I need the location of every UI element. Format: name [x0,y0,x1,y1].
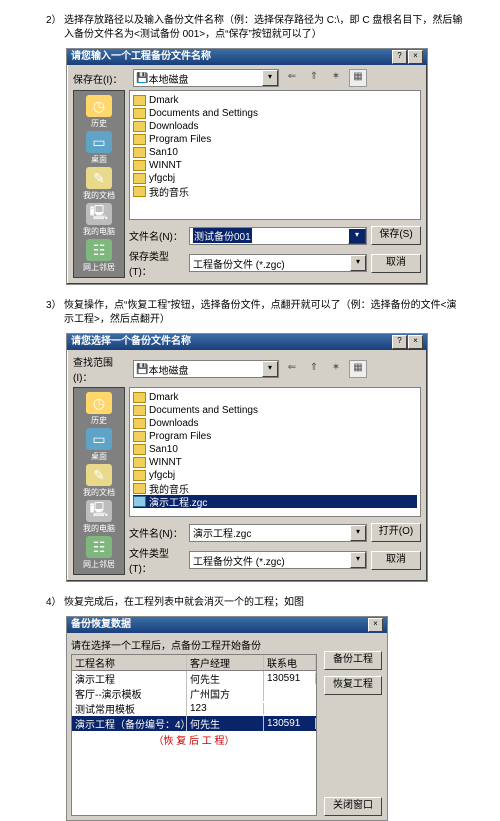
location-combo[interactable]: 💾本地磁盘▾ [133,360,279,378]
new-folder-icon[interactable]: ✶ [327,360,345,378]
list-item: San10 [133,146,417,159]
save-dialog: 请您输入一个工程备份文件名称 ? × 保存在(I)： 💾 本地磁盘 ▾ ⇐ ⇑ … [66,48,428,285]
restore-project-button[interactable]: 恢复工程 [324,676,382,695]
places-bar: ◷历史 ▭桌面 ✎我的文档 🖳我的电脑 ☷网上邻居 [73,90,125,278]
save-button[interactable]: 保存(S) [371,226,421,245]
sidebar-docs[interactable]: ✎我的文档 [77,167,121,201]
step-2: 2） 选择存放路径以及输入备份文件名称（例：选择保存路径为 C:\，即 C 盘根… [46,14,464,42]
restore-result-window: 备份恢复数据 × 请在选择一个工程后，点备份工程开始备份 工程名称客户经理联系电… [66,616,388,821]
new-folder-icon[interactable]: ✶ [327,69,345,87]
sidebar-pc[interactable]: 🖳我的电脑 [77,500,121,534]
selected-file[interactable]: 演示工程.zgc [133,495,417,508]
drive-icon: 💾 [136,73,148,84]
up-icon[interactable]: ⇑ [305,69,323,87]
step-text: 选择存放路径以及输入备份文件名称（例：选择保存路径为 C:\，即 C 盘根名目下… [64,14,464,42]
cancel-button[interactable]: 取消 [371,551,421,570]
folder-icon [133,108,146,119]
file-list[interactable]: Dmark Documents and Settings Downloads P… [129,90,421,220]
close-window-button[interactable]: 关闭窗口 [324,797,382,816]
look-in-label: 查找范围(I)： [73,354,129,384]
grid-header: 工程名称客户经理联系电 [72,655,316,671]
table-row[interactable]: 测试常用模板123 [72,701,316,716]
folder-icon [133,121,146,132]
list-item: 我的音乐 [133,185,417,198]
filetype-combo[interactable]: 工程备份文件 (*.zgc)▾ [189,254,367,272]
save-in-label: 保存在(I)： [73,71,129,86]
step-4: 4） 恢复完成后，在工程列表中就会消灭一个的工程；如图 [46,596,464,610]
help-button[interactable]: ? [392,335,407,349]
sidebar-docs[interactable]: ✎我的文档 [77,464,121,498]
network-icon: ☷ [86,239,112,261]
step-num: 2） [46,14,64,42]
drive-icon: 💾 [136,364,148,375]
open-dialog: 请您选择一个备份文件名称 ?× 查找范围(I)： 💾本地磁盘▾ ⇐ ⇑ ✶ ▦ … [66,333,428,582]
filename-input[interactable]: 测试备份001▾ [189,227,367,245]
list-item: Dmark [133,94,417,107]
filename-input[interactable]: 演示工程.zgc▾ [189,524,367,542]
sidebar-history[interactable]: ◷历史 [77,95,121,129]
close-button[interactable]: × [368,618,383,632]
folder-icon [133,95,146,106]
window-title: 请您选择一个备份文件名称 [71,334,392,350]
step-3: 3） 恢复操作，点“恢复工程”按钮，选择备份文件，点翻开就可以了（例：选择备份的… [46,299,464,327]
views-icon[interactable]: ▦ [349,360,367,378]
folder-icon [133,186,146,197]
back-icon[interactable]: ⇐ [283,69,301,87]
up-icon[interactable]: ⇑ [305,360,323,378]
close-button[interactable]: × [408,50,423,64]
cancel-button[interactable]: 取消 [371,254,421,273]
window-title: 备份恢复数据 [71,617,368,633]
project-grid[interactable]: 工程名称客户经理联系电 演示工程何先生130591 客厅--演示模板广州国方 测… [71,654,317,816]
folder-icon [133,134,146,145]
views-icon[interactable]: ▦ [349,69,367,87]
documents-icon: ✎ [86,167,112,189]
computer-icon: 🖳 [86,203,112,225]
location-combo[interactable]: 💾 本地磁盘 ▾ [133,69,279,87]
close-button[interactable]: × [408,335,423,349]
sidebar-net[interactable]: ☷网上邻居 [77,536,121,570]
sidebar-desktop[interactable]: ▭桌面 [77,131,121,165]
filename-label: 文件名(N)： [129,228,185,243]
list-item: Downloads [133,120,417,133]
table-row-selected[interactable]: 演示工程（备份编号：4）何先生130591 [72,716,316,731]
hint-text: 请在选择一个工程后，点备份工程开始备份 [71,637,317,652]
filetype-combo[interactable]: 工程备份文件 (*.zgc)▾ [189,551,367,569]
window-title: 请您输入一个工程备份文件名称 [71,49,392,65]
table-row[interactable]: 客厅--演示模板广州国方 [72,686,316,701]
titlebar: 请您输入一个工程备份文件名称 ? × [67,49,427,65]
table-row[interactable]: 演示工程何先生130591 [72,671,316,686]
desktop-icon: ▭ [86,131,112,153]
places-bar: ◷历史 ▭桌面 ✎我的文档 🖳我的电脑 ☷网上邻居 [73,387,125,575]
sidebar-pc[interactable]: 🖳我的电脑 [77,203,121,237]
list-item: Program Files [133,133,417,146]
restored-note: （恢 复 后 工 程） [72,732,316,747]
history-icon: ◷ [86,95,112,117]
open-button[interactable]: 打开(O) [371,523,421,542]
list-item: WINNT [133,159,417,172]
sidebar-net[interactable]: ☷网上邻居 [77,239,121,273]
back-icon[interactable]: ⇐ [283,360,301,378]
help-button[interactable]: ? [392,50,407,64]
sidebar-history[interactable]: ◷历史 [77,392,121,426]
chevron-down-icon[interactable]: ▾ [262,70,278,86]
file-list[interactable]: Dmark Documents and Settings Downloads P… [129,387,421,517]
sidebar-desktop[interactable]: ▭桌面 [77,428,121,462]
list-item: Documents and Settings [133,107,417,120]
file-icon [133,496,146,507]
folder-icon [133,173,146,184]
filetype-label: 保存类型(T)： [129,248,185,278]
backup-project-button[interactable]: 备份工程 [324,651,382,670]
folder-icon [133,160,146,171]
folder-icon [133,147,146,158]
